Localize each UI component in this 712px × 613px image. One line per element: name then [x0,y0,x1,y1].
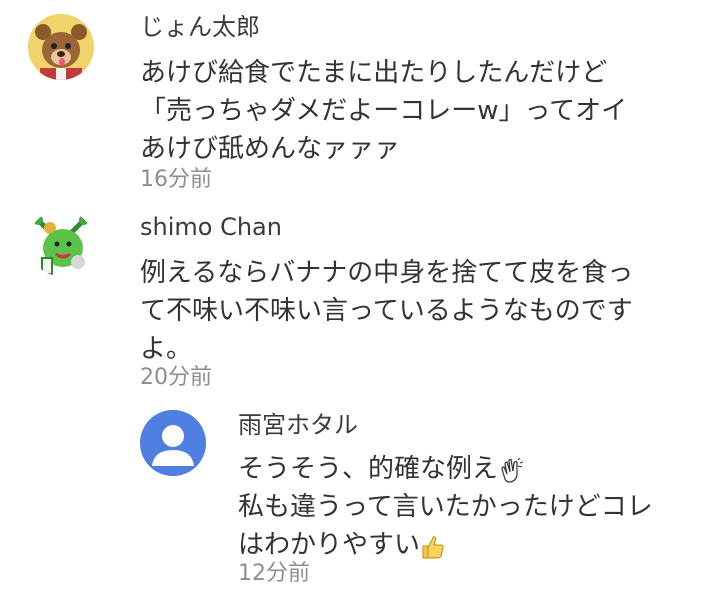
reply-text-line: はわかりやすい [238,526,653,564]
comment-text-line: よ。 [140,334,193,364]
reply-text-line-content: そうそう、的確な例え [238,454,499,484]
comment-text: あけび給食でたまに出たりしたんだけど 「売っちゃダメだよーコレーw」ってオイ あ… [140,54,627,168]
reply-author[interactable]: 雨宮ホタル [238,410,358,440]
comment-timestamp: 16分前 [140,167,212,192]
comment-text-line: て不味い不味い言っているようなものです [140,296,633,326]
reply-text-line-content: はわかりやすい [238,530,421,560]
comment-author[interactable]: shimo Chan [140,212,282,242]
reply-text-line: 私も違うって言いたかったけどコレ [238,492,653,522]
comment-item: shimo Chan 例えるならバナナの中身を捨てて皮を食っ て不味い不味い言っ… [0,200,712,400]
comment-text-line: 「売っちゃダメだよーコレーw」ってオイ [140,96,628,126]
reply-text: そうそう、的確な例え 私も違うって言いたかったけどコレ はわかりやすい [238,450,653,564]
reply-text-line: そうそう、的確な例え [238,450,653,488]
comment-timestamp: 20分前 [140,365,212,390]
comment-text: 例えるならバナナの中身を捨てて皮を食っ て不味い不味い言っているようなものです … [140,254,633,368]
comment-item: じょん太郎 あけび給食でたまに出たりしたんだけど 「売っちゃダメだよーコレーw」… [0,0,712,200]
default-user-avatar-icon[interactable] [140,410,206,476]
clapping-hands-icon [498,457,524,483]
comment-text-line: 例えるならバナナの中身を捨てて皮を食っ [140,258,634,288]
reply-item: 雨宮ホタル そうそう、的確な例え 私も違うって言いたかったけどコレ はわかりやす… [0,400,712,613]
comment-text-line: あけび給食でたまに出たりしたんだけど [140,58,608,88]
green-mascot-avatar-icon[interactable] [28,210,94,276]
thumbs-up-icon [420,533,446,559]
reply-timestamp: 12分前 [238,561,310,586]
bear-mascot-avatar-icon[interactable] [28,14,94,80]
comment-author[interactable]: じょん太郎 [140,12,260,42]
comment-text-line: あけび舐めんなァァァ [140,134,401,164]
